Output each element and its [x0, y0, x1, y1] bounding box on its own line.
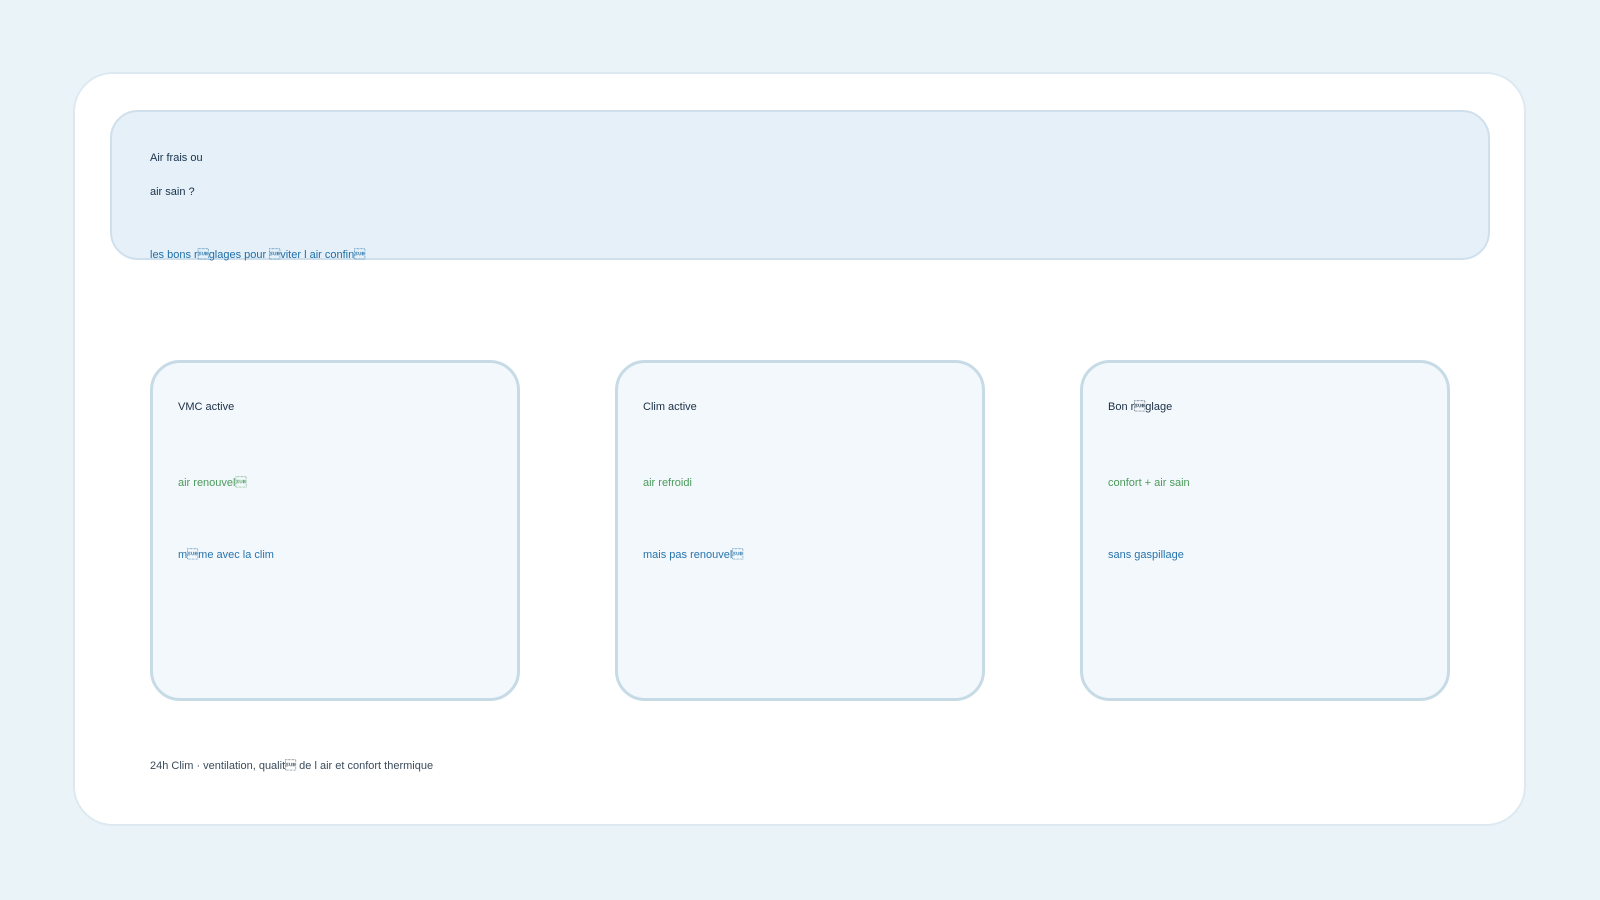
card-bon-reglage: Bon rglage confort + air sain sans gasp…	[1080, 360, 1450, 701]
card-detail: sans gaspillage	[1108, 549, 1184, 561]
card-detail: mais pas renouvel	[643, 549, 744, 561]
card-highlight: air renouvel	[178, 477, 247, 489]
card-vmc-active: VMC active air renouvel mme avec la cl…	[150, 360, 520, 701]
footer-caption: 24h Clim · ventilation, qualit de l air…	[150, 760, 434, 772]
card-detail: mme avec la clim	[178, 549, 274, 561]
hero-title-line-2: air sain ?	[150, 186, 195, 198]
card-title: VMC active	[178, 401, 235, 413]
card-clim-active: Clim active air refroidi mais pas renouv…	[615, 360, 985, 701]
card-highlight: confort + air sain	[1108, 477, 1190, 489]
card-title: Bon rglage	[1108, 401, 1173, 413]
card-highlight: air refroidi	[643, 477, 692, 489]
hero-subtitle: les bons rglages pour viter l air conf…	[150, 249, 366, 261]
hero-banner: Air frais ou air sain ? les bons rglage…	[110, 110, 1490, 261]
card-title: Clim active	[643, 401, 697, 413]
hero-title-line-1: Air frais ou	[150, 152, 203, 164]
